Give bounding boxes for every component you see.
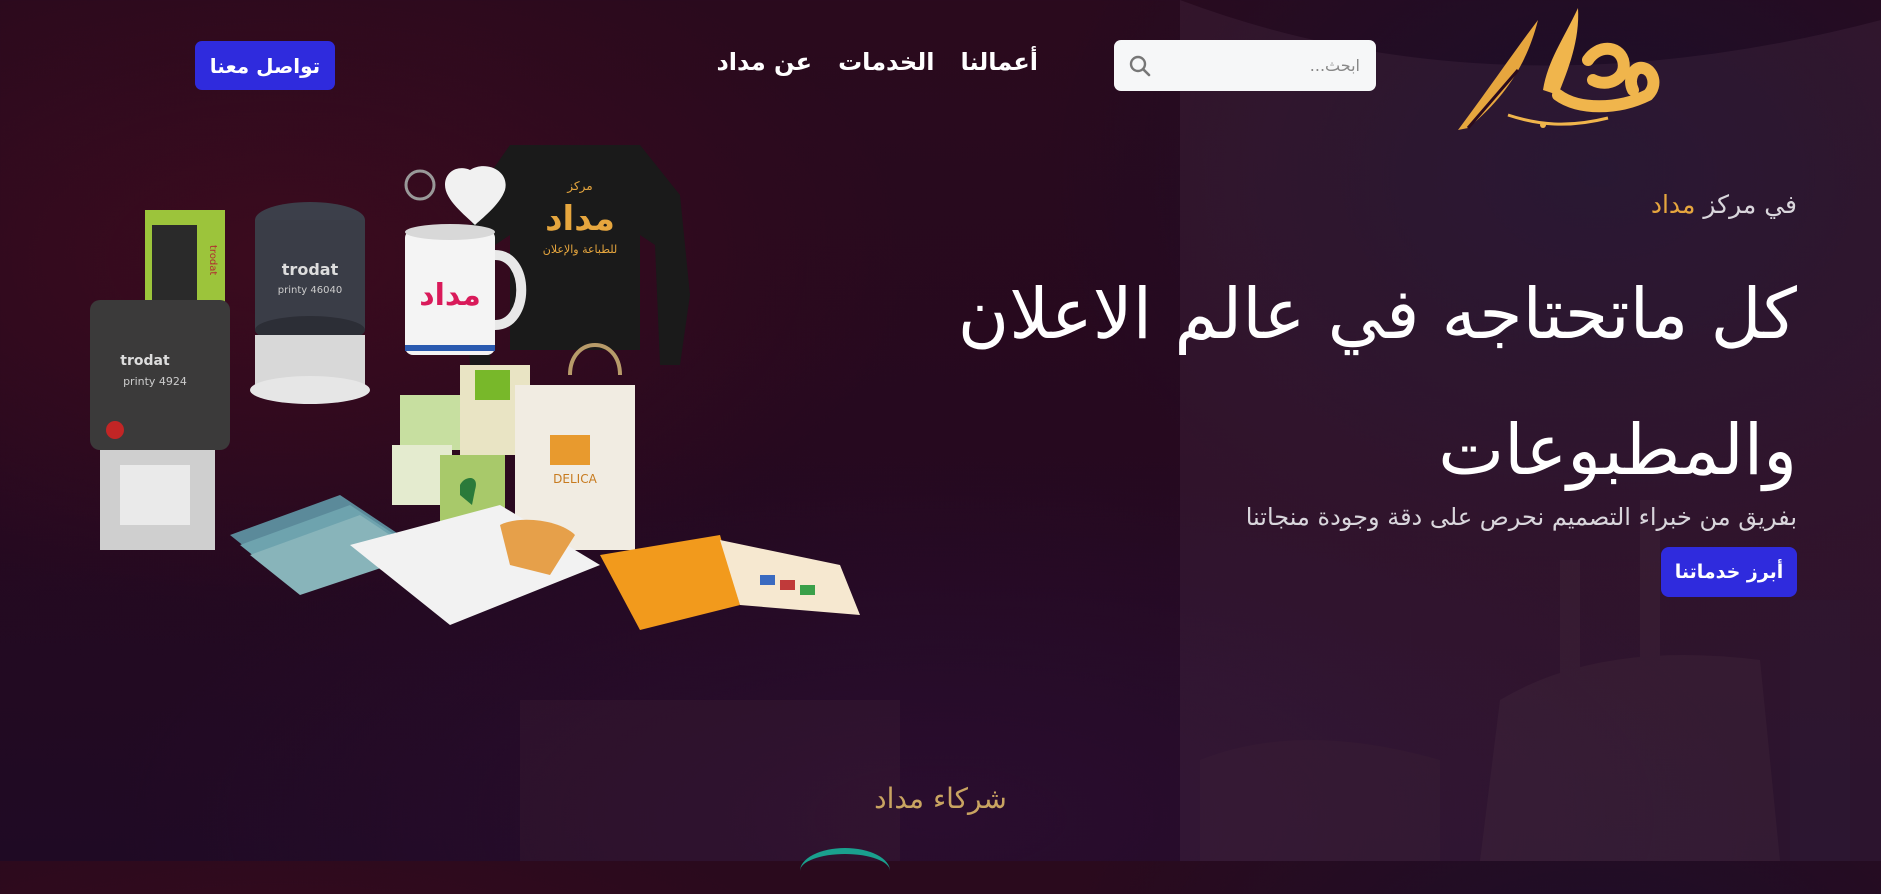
hero-eyebrow: في مركز مداد xyxy=(1651,190,1797,219)
headline-line-2: والمطبوعات xyxy=(1438,409,1797,491)
headline-line-1: كل ماتحتاجه في عالم الاعلان xyxy=(957,273,1797,355)
search-icon[interactable] xyxy=(1128,53,1152,79)
mug-text: مداد xyxy=(419,278,481,313)
nav-about[interactable]: عن مداد xyxy=(716,48,812,76)
large-stamp-brand: trodat xyxy=(120,353,170,369)
large-stamp-product: trodat printy 4924 xyxy=(90,300,230,550)
eyebrow-prefix: في مركز xyxy=(1703,190,1797,219)
main-nav: أعمالنا الخدمات عن مداد xyxy=(716,48,1038,76)
stamp-box-brand: trodat xyxy=(207,245,218,275)
partners-title: شركاء مداد xyxy=(874,782,1007,815)
sweater-line-1: مركز xyxy=(566,179,592,194)
shopping-bag-product: DELICA xyxy=(515,343,635,550)
round-stamp-product: trodat printy 46040 xyxy=(250,202,370,404)
sweater-line-3: للطباعة والإعلان xyxy=(543,243,618,256)
partner-logo-peek xyxy=(800,848,890,894)
search-box[interactable] xyxy=(1114,40,1376,91)
bag-text: DELICA xyxy=(553,472,597,486)
sweater-line-2: مداد xyxy=(545,199,615,239)
nav-services[interactable]: الخدمات xyxy=(838,48,934,76)
hero-headline: كل ماتحتاجه في عالم الاعلان والمطبوعات xyxy=(897,246,1797,518)
search-input[interactable] xyxy=(1158,55,1362,76)
nav-our-work[interactable]: أعمالنا xyxy=(960,48,1038,76)
round-stamp-model: printy 46040 xyxy=(278,285,342,296)
mug-product: مداد xyxy=(405,224,527,355)
top-services-button[interactable]: أبرز خدماتنا xyxy=(1661,547,1797,597)
products-image: مركز مداد للطباعة والإعلان مداد trodat t… xyxy=(90,145,860,630)
large-stamp-model: printy 4924 xyxy=(123,375,187,388)
madad-logo[interactable] xyxy=(1448,0,1678,140)
eyebrow-brand: مداد xyxy=(1650,190,1696,219)
hero-subtitle: بفريق من خبراء التصميم نحرص على دقة وجود… xyxy=(1245,503,1797,531)
contact-button[interactable]: تواصل معنا xyxy=(195,41,335,90)
round-stamp-brand: trodat xyxy=(282,260,339,279)
